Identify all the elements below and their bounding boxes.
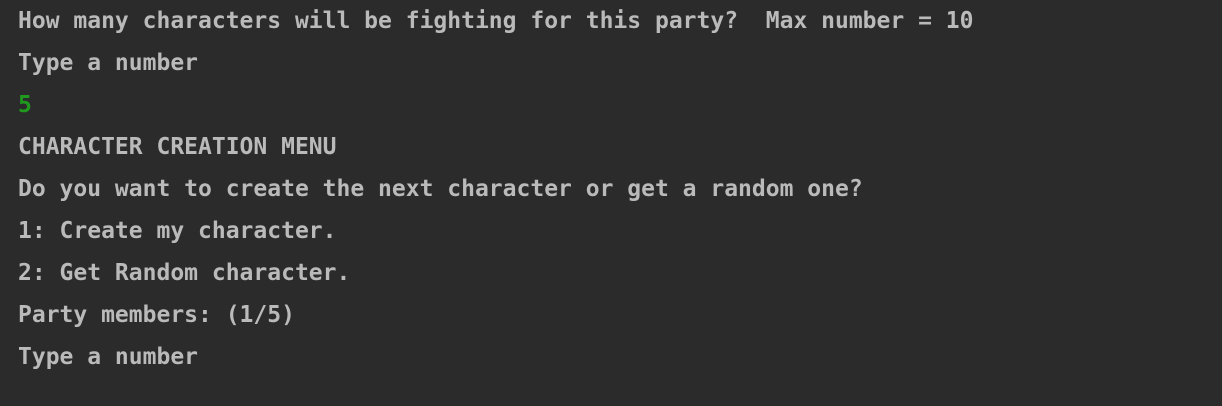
console-line-menu-question: Do you want to create the next character… <box>18 176 863 202</box>
console-line-menu-title: CHARACTER CREATION MENU <box>18 134 337 160</box>
console-line-option-random: 2: Get Random character. <box>18 260 351 286</box>
console-line-party-size-prompt: How many characters will be fighting for… <box>18 8 974 34</box>
console-line-type-number-prompt: Type a number <box>18 50 199 76</box>
console-line-party-members: Party members: (1/5) <box>18 302 295 328</box>
console-line-type-number-prompt-2: Type a number <box>18 344 199 370</box>
console-output[interactable]: How many characters will be fighting for… <box>0 0 1222 406</box>
console-line-option-create: 1: Create my character. <box>18 218 337 244</box>
console-user-input: 5 <box>18 92 32 118</box>
